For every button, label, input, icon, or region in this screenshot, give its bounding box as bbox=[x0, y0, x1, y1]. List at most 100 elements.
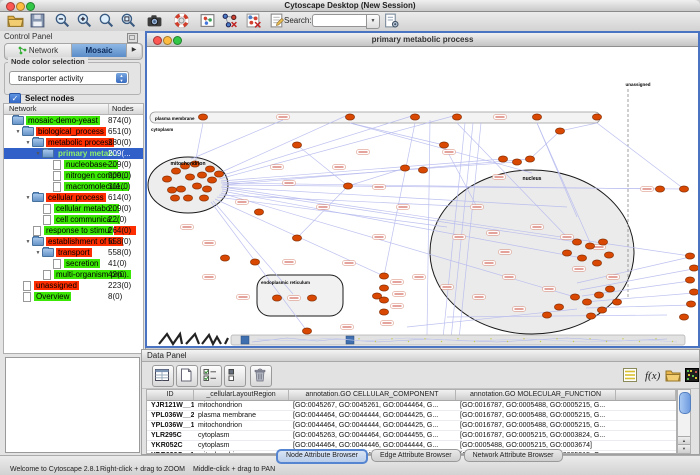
tree-row[interactable]: secretion41(0) bbox=[4, 258, 143, 269]
network-node[interactable] bbox=[542, 312, 551, 318]
network-node[interactable] bbox=[192, 183, 201, 189]
expand-triangle-icon[interactable]: ▼ bbox=[24, 140, 32, 146]
network-node[interactable] bbox=[198, 114, 207, 120]
table-scrollbar[interactable]: ▲ ▼ bbox=[677, 389, 691, 454]
table-row[interactable]: YLR295Ccytoplasm[GO:0045263, GO:0044464,… bbox=[147, 431, 676, 441]
network-node[interactable] bbox=[525, 156, 534, 162]
network-node[interactable] bbox=[272, 295, 281, 301]
search-input[interactable] bbox=[312, 14, 369, 27]
search-dropdown-arrow[interactable]: ▼ bbox=[366, 14, 380, 29]
zoom-selected-icon[interactable] bbox=[98, 12, 115, 29]
table-column-header[interactable]: annotation.GO MOLECULAR_FUNCTION bbox=[456, 390, 616, 400]
network-node[interactable] bbox=[400, 165, 409, 171]
create-attribute-icon[interactable] bbox=[176, 365, 198, 387]
network-node[interactable] bbox=[379, 297, 388, 303]
table-row[interactable]: YJR121W__1mitochondrion[GO:0045267, GO:0… bbox=[147, 401, 676, 411]
save-session-icon[interactable] bbox=[29, 12, 46, 29]
table-row[interactable]: YPL036W__2plasma membrane[GO:0044464, GO… bbox=[147, 411, 676, 421]
network-node[interactable] bbox=[689, 265, 698, 271]
network-node[interactable] bbox=[452, 114, 461, 120]
network-node[interactable] bbox=[220, 255, 229, 261]
network-node[interactable] bbox=[597, 307, 606, 313]
tree-row[interactable]: ▼metabolic process280(0) bbox=[4, 137, 143, 148]
network-node[interactable] bbox=[183, 195, 192, 201]
tree-row[interactable]: ▼primary metab...209(... bbox=[4, 148, 143, 159]
scroll-down-button[interactable]: ▼ bbox=[678, 444, 690, 453]
network-node[interactable] bbox=[572, 239, 581, 245]
network-node[interactable] bbox=[379, 285, 388, 291]
help-lifesaver-icon[interactable] bbox=[173, 12, 190, 29]
network-node[interactable] bbox=[686, 301, 695, 307]
network-canvas[interactable]: plasma membrane cytoplasm mitochondrion … bbox=[147, 47, 698, 346]
formula-builder-icon[interactable]: f(x) bbox=[644, 366, 662, 384]
expand-triangle-icon[interactable]: ▼ bbox=[14, 129, 22, 135]
network-node[interactable] bbox=[202, 186, 211, 192]
attribute-combobox[interactable]: transporter activity ▲▼ bbox=[9, 71, 129, 85]
network-node[interactable] bbox=[292, 235, 301, 241]
import-attributes-folder-icon[interactable] bbox=[664, 366, 682, 384]
network-node[interactable] bbox=[343, 183, 352, 189]
network-node[interactable] bbox=[170, 195, 179, 201]
network-node[interactable] bbox=[585, 243, 594, 249]
network-node[interactable] bbox=[689, 289, 698, 295]
tree-row[interactable]: cell communica...22(0) bbox=[4, 214, 143, 225]
attribute-matrix-icon[interactable] bbox=[683, 366, 700, 384]
network-node[interactable] bbox=[582, 299, 591, 305]
table-column-header[interactable]: annotation.GO CELLULAR_COMPONENT bbox=[289, 390, 456, 400]
network-node[interactable] bbox=[167, 187, 176, 193]
network-node[interactable] bbox=[577, 255, 586, 261]
network-node[interactable] bbox=[685, 253, 694, 259]
tree-row[interactable]: Overview8(0) bbox=[4, 291, 143, 302]
unselect-attributes-icon[interactable] bbox=[224, 365, 246, 387]
network-node[interactable] bbox=[207, 177, 216, 183]
tab-overflow-arrow[interactable]: ▶ bbox=[127, 44, 141, 57]
snapshot-camera-icon[interactable] bbox=[146, 12, 163, 29]
network-node[interactable] bbox=[379, 273, 388, 279]
tree-row[interactable]: nucleobase-...209(0) bbox=[4, 159, 143, 170]
open-file-icon[interactable] bbox=[7, 12, 24, 29]
tree-row[interactable]: response to stimul264(0) bbox=[4, 225, 143, 236]
network-node[interactable] bbox=[197, 172, 206, 178]
table-column-header[interactable]: ID bbox=[147, 390, 194, 400]
network-node[interactable] bbox=[171, 168, 180, 174]
network-node[interactable] bbox=[205, 166, 214, 172]
network-node[interactable] bbox=[345, 114, 354, 120]
network-node[interactable] bbox=[162, 176, 171, 182]
network-node[interactable] bbox=[570, 294, 579, 300]
network-window-title-bar[interactable]: primary metabolic process bbox=[147, 33, 698, 47]
tree-row[interactable]: ▼transport558(0) bbox=[4, 247, 143, 258]
tree-header-nodes[interactable]: Nodes bbox=[108, 104, 142, 114]
tree-row[interactable]: ▼establishment of lo...558(0) bbox=[4, 236, 143, 247]
network-node[interactable] bbox=[307, 295, 316, 301]
tree-row[interactable]: unassigned223(0) bbox=[4, 280, 143, 291]
network-node[interactable] bbox=[176, 186, 185, 192]
tree-row[interactable]: cellular metabo...209(0) bbox=[4, 203, 143, 214]
network-node[interactable] bbox=[562, 250, 571, 256]
network-node[interactable] bbox=[532, 114, 541, 120]
network-node[interactable] bbox=[554, 304, 563, 310]
data-panel-title-bar[interactable]: Data Panel bbox=[142, 350, 699, 362]
destroy-network-icon[interactable] bbox=[221, 12, 238, 29]
tree-row[interactable]: multi-organism pro...42(0) bbox=[4, 269, 143, 280]
tab-mosaic[interactable]: Mosaic bbox=[72, 44, 127, 57]
tab-network[interactable]: Network bbox=[5, 44, 72, 57]
network-node[interactable] bbox=[604, 252, 613, 258]
attribute-list-icon[interactable] bbox=[621, 366, 639, 384]
select-attributes-icon[interactable] bbox=[152, 365, 174, 387]
network-node[interactable] bbox=[655, 186, 664, 192]
network-node[interactable] bbox=[598, 239, 607, 245]
scrollbar-thumb[interactable] bbox=[679, 392, 691, 414]
network-node[interactable] bbox=[418, 167, 427, 173]
zoom-fit-icon[interactable] bbox=[120, 12, 137, 29]
network-node[interactable] bbox=[379, 309, 388, 315]
delete-attribute-trash-icon[interactable] bbox=[250, 365, 272, 387]
network-node[interactable] bbox=[199, 195, 208, 201]
search-options-icon[interactable] bbox=[383, 12, 400, 29]
network-node[interactable] bbox=[498, 156, 507, 162]
expand-triangle-icon[interactable]: ▼ bbox=[24, 195, 32, 201]
zoom-in-icon[interactable] bbox=[76, 12, 93, 29]
network-node[interactable] bbox=[250, 259, 259, 265]
table-row[interactable]: YPL036W__1mitochondrion[GO:0044464, GO:0… bbox=[147, 421, 676, 431]
tree-header-network[interactable]: Network bbox=[9, 104, 37, 114]
browser-tab-network[interactable]: Network Attribute Browser bbox=[464, 449, 563, 462]
